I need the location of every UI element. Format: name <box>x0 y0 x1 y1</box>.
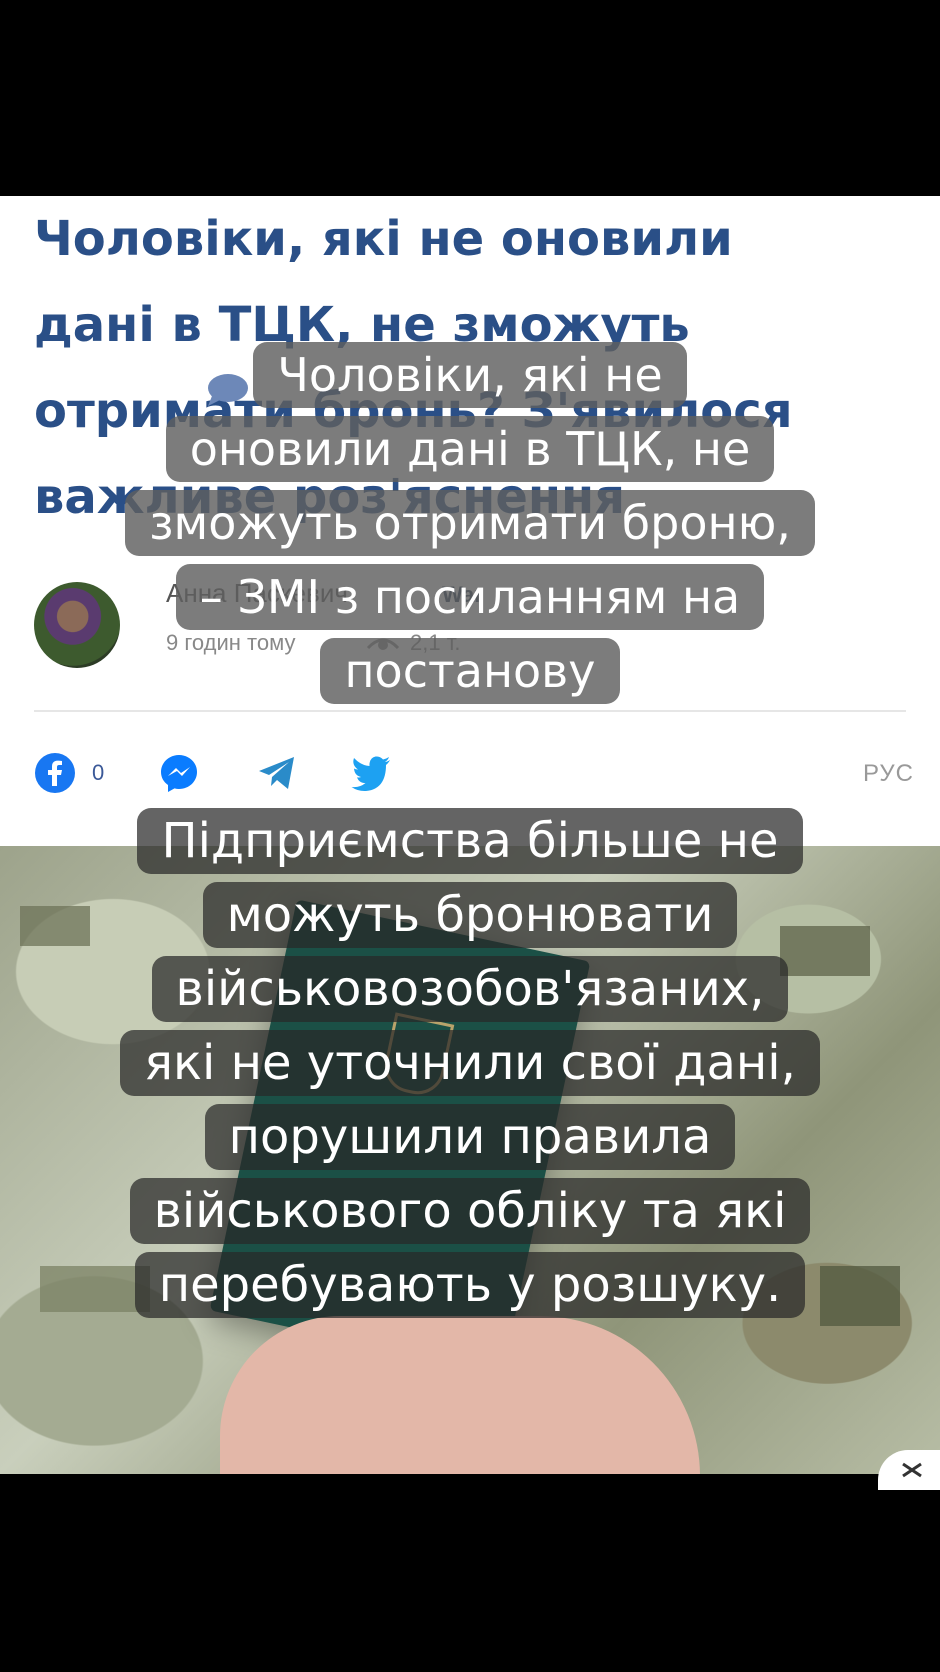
caption-line: перебувають у розшуку. <box>134 1248 805 1322</box>
caption-line: – ЗМІ з посиланням на <box>175 560 765 634</box>
caption-line: зможуть отримати броню, <box>125 486 815 560</box>
caption-line: військовозобов'язаних, <box>151 952 789 1026</box>
twitter-icon[interactable] <box>350 752 392 794</box>
speech-bubble-icon <box>208 374 248 406</box>
caption-line: постанову <box>320 634 620 708</box>
facebook-icon[interactable] <box>34 752 76 794</box>
messenger-icon[interactable] <box>158 752 200 794</box>
headline-line: Чоловіки, які не оновили <box>34 211 733 267</box>
caption-line: Чоловіки, які не <box>253 338 687 412</box>
close-icon <box>902 1462 922 1478</box>
caption-line: які не уточнили свої дані, <box>120 1026 820 1100</box>
story-caption-top: Чоловіки, які не оновили дані в ТЦК, не … <box>0 338 940 708</box>
caption-line: військового обліку та які <box>129 1174 811 1248</box>
facebook-share-count: 0 <box>92 760 105 785</box>
divider <box>34 710 906 712</box>
hand-shape <box>220 1316 700 1474</box>
language-switch[interactable]: РУС <box>863 760 914 788</box>
caption-line: порушили правила <box>204 1100 736 1174</box>
caption-line: можуть бронювати <box>202 878 738 952</box>
caption-line: оновили дані в ТЦК, не <box>165 412 774 486</box>
story-caption-bottom: Підприємства більше не можуть бронювати … <box>0 804 940 1322</box>
telegram-icon[interactable] <box>256 752 298 794</box>
caption-line: Підприємства більше не <box>137 804 803 878</box>
share-bar: 0 РУС <box>34 752 914 802</box>
